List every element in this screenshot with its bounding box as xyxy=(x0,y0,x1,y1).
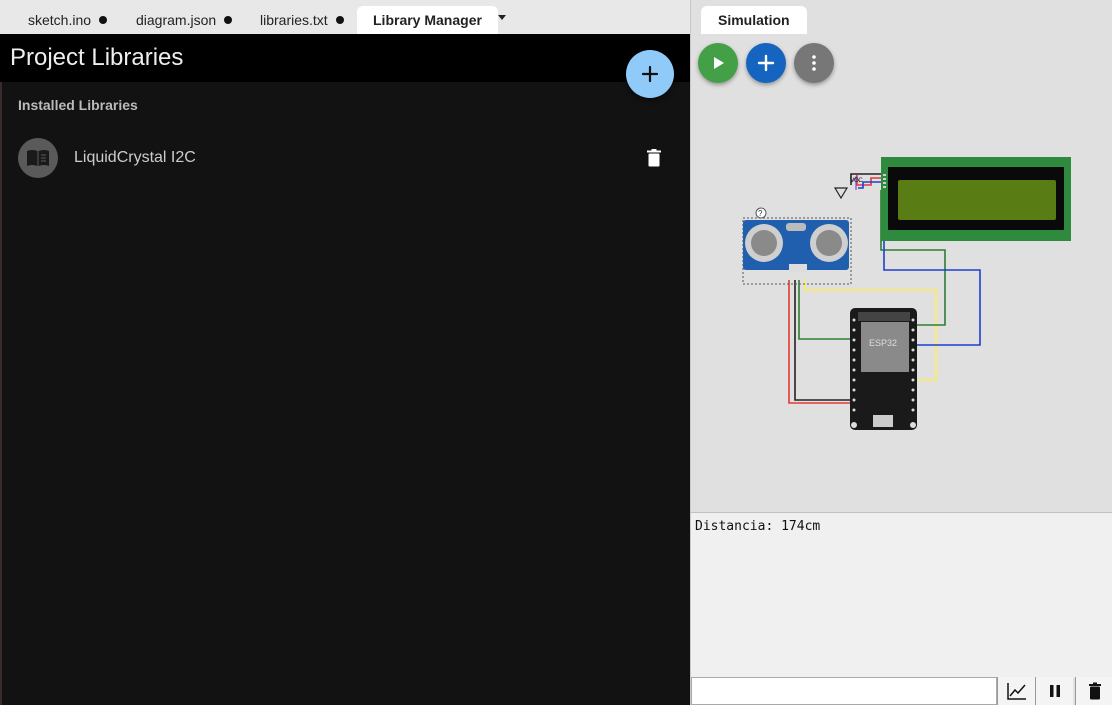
simulation-pane: Simulation VCC ? ESP32 Distancia: 174cm xyxy=(690,0,1112,705)
tab-label: Library Manager xyxy=(373,12,482,28)
library-header: Project Libraries xyxy=(0,34,690,82)
trash-icon xyxy=(1089,682,1101,700)
svg-text:?: ? xyxy=(758,209,763,218)
more-vert-icon xyxy=(812,55,816,71)
tab-sketch-ino[interactable]: sketch.ino xyxy=(28,6,108,34)
unsaved-dot-icon xyxy=(335,16,344,24)
unsaved-dot-icon xyxy=(224,16,233,24)
library-avatar xyxy=(18,138,58,178)
tab-label: libraries.txt xyxy=(260,12,328,28)
plus-icon xyxy=(757,54,775,72)
ground-symbol xyxy=(833,187,849,200)
ultrasonic-sensor[interactable]: ? xyxy=(742,207,852,285)
esp32-board[interactable]: ESP32 xyxy=(850,308,917,430)
section-label: Installed Libraries xyxy=(18,97,138,113)
more-options-button[interactable] xyxy=(794,43,834,83)
start-simulation-button[interactable] xyxy=(698,43,738,83)
add-library-button[interactable] xyxy=(626,50,674,98)
tab-diagram-json[interactable]: diagram.json xyxy=(136,6,233,34)
tab-simulation[interactable]: Simulation xyxy=(701,6,807,34)
tab-menu-dropdown-icon[interactable] xyxy=(494,10,510,26)
serial-input[interactable] xyxy=(691,677,997,705)
pause-icon xyxy=(1050,685,1060,697)
library-manager-pane: sketch.ino diagram.json libraries.txt Li… xyxy=(0,0,690,705)
serial-monitor: Distancia: 174cm xyxy=(691,512,1112,678)
circuit-canvas[interactable]: VCC ? ESP32 xyxy=(691,90,1112,510)
tab-label: sketch.ino xyxy=(28,12,92,28)
serial-plotter-button[interactable] xyxy=(997,677,1035,705)
tab-library-manager[interactable]: Library Manager xyxy=(357,6,498,34)
page-title: Project Libraries xyxy=(10,44,184,71)
book-icon xyxy=(27,150,49,166)
svg-text:VCC: VCC xyxy=(850,178,863,184)
editor-tabbar: sketch.ino diagram.json libraries.txt Li… xyxy=(0,0,690,34)
serial-output: Distancia: 174cm xyxy=(695,519,821,534)
chart-icon xyxy=(1007,683,1026,700)
play-icon xyxy=(714,57,724,69)
svg-text:ESP32: ESP32 xyxy=(869,338,897,348)
plus-icon xyxy=(641,65,659,83)
tab-label: diagram.json xyxy=(136,12,217,28)
add-part-button[interactable] xyxy=(746,43,786,83)
delete-library-button[interactable] xyxy=(644,148,664,168)
serial-pause-button[interactable] xyxy=(1035,677,1073,705)
lcd-display[interactable] xyxy=(881,157,1071,241)
unsaved-dot-icon xyxy=(99,16,108,24)
trash-icon xyxy=(647,149,661,167)
tab-libraries-txt[interactable]: libraries.txt xyxy=(260,6,344,34)
library-list-item: LiquidCrystal I2C xyxy=(0,134,690,182)
serial-clear-button[interactable] xyxy=(1075,677,1112,705)
library-name: LiquidCrystal I2C xyxy=(74,149,196,166)
